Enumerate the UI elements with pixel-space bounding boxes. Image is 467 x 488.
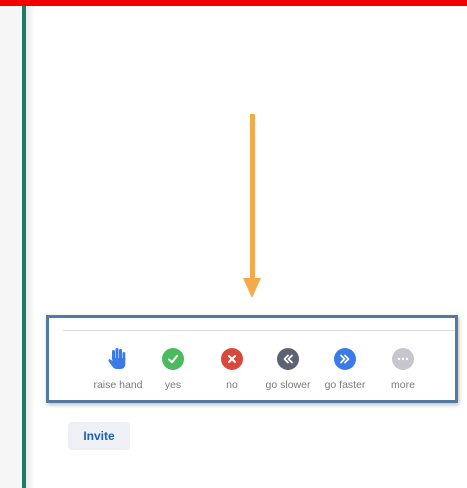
go-slower-button[interactable]: go slower <box>258 348 318 391</box>
panel-divider <box>63 330 455 331</box>
more-label: more <box>391 379 415 391</box>
down-arrow-annotation <box>243 114 261 298</box>
go-slower-label: go slower <box>265 379 311 391</box>
more-button[interactable]: more <box>373 348 433 391</box>
raise-hand-button[interactable]: raise hand <box>88 348 148 391</box>
raise-hand-icon <box>107 348 129 370</box>
left-shadow <box>26 6 35 488</box>
top-red-bar <box>0 0 467 6</box>
no-button[interactable]: no <box>202 348 262 391</box>
yes-label: yes <box>164 379 182 391</box>
no-label: no <box>226 379 238 391</box>
go-faster-label: go faster <box>324 379 366 391</box>
reactions-panel: raise hand yes no go slower go faster mo… <box>46 315 458 403</box>
ellipsis-icon <box>392 348 414 370</box>
raise-hand-label: raise hand <box>93 379 143 391</box>
yes-button[interactable]: yes <box>143 348 203 391</box>
double-chevron-left-icon <box>277 348 299 370</box>
go-faster-button[interactable]: go faster <box>315 348 375 391</box>
double-chevron-right-icon <box>334 348 356 370</box>
x-icon <box>221 348 243 370</box>
invite-button[interactable]: Invite <box>68 422 130 450</box>
left-sidebar-strip <box>0 6 22 488</box>
checkmark-icon <box>162 348 184 370</box>
